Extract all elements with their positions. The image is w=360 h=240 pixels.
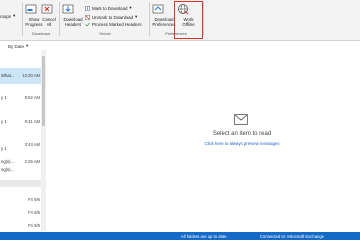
cancel-all-icon (41, 3, 57, 15)
status-bar: All folders are up to date. Connected to… (0, 232, 360, 240)
reading-pane-message: Select an item to read (212, 131, 272, 137)
download-preferences-icon (152, 3, 176, 15)
mark-to-download-label: Mark to Download (92, 5, 128, 11)
list-item[interactable]: What... 10:30 AM (0, 68, 46, 84)
list-item[interactable]: ng(s)... (0, 167, 46, 175)
list-group-header[interactable] (0, 180, 41, 187)
list-item[interactable]: y 1 9:31 AM (0, 119, 46, 129)
list-item-time: Fri 9/6 (28, 210, 40, 215)
list-item-snippet: y 1 (1, 95, 7, 100)
download-headers-button[interactable]: Download Headers (62, 3, 84, 27)
groups-label: roups (0, 13, 11, 19)
list-item-time: 9:31 AM (24, 119, 40, 124)
groups-dropdown[interactable]: roups ▾ (0, 13, 15, 19)
list-item-time: Fri 9/6 (28, 197, 40, 202)
list-item-time: 9:52 AM (24, 95, 40, 100)
cancel-all-label: Cancel All (42, 17, 56, 27)
show-progress-label: Show Progress (25, 17, 43, 27)
sort-control[interactable]: By Date ▾ (8, 42, 52, 50)
download-preferences-label: Download Preferences (152, 17, 176, 27)
status-right: Connected to: Microsoft Exchange (260, 234, 325, 239)
list-item-time: 10:30 AM (22, 73, 40, 78)
chevron-down-icon: ▾ (12, 13, 16, 18)
list-item-snippet: y 1 (1, 119, 7, 124)
list-item[interactable]: y 1 (0, 146, 46, 152)
list-item-snippet: y 1 (1, 146, 7, 151)
mark-download-icon (85, 5, 90, 11)
download-group-label: Download (32, 31, 50, 36)
process-headers-icon (85, 22, 90, 27)
list-item-snippet: What... (1, 73, 15, 78)
list-item[interactable]: Fri 9/6 (0, 197, 46, 207)
unmark-to-download-button[interactable]: Unmark to Download ▾ (85, 14, 137, 20)
list-item-time: Fri 9/6 (28, 223, 40, 228)
unmark-download-icon (85, 14, 90, 20)
chevron-down-icon: ▾ (129, 5, 132, 10)
list-item-time: 2:26 AM (24, 159, 40, 164)
status-left: All folders are up to date. (181, 234, 228, 239)
mail-list-scrollbar[interactable] (41, 50, 46, 231)
list-item[interactable]: Fri 9/6 (0, 223, 46, 231)
process-marked-headers-button[interactable]: Process Marked Headers (85, 22, 142, 27)
download-headers-icon (62, 3, 84, 15)
ribbon-separator (149, 2, 150, 36)
download-preferences-button[interactable]: Download Preferences (152, 3, 176, 27)
envelope-icon (234, 112, 248, 130)
mark-to-download-button[interactable]: Mark to Download ▾ (85, 5, 132, 11)
work-offline-highlight (174, 1, 203, 39)
ribbon-separator (59, 2, 60, 36)
server-group-label: Server (99, 31, 111, 36)
chevron-down-icon: ▾ (26, 43, 29, 48)
unmark-to-download-label: Unmark to Download (92, 14, 133, 20)
list-item[interactable]: y 1 9:52 AM (0, 95, 46, 105)
always-preview-link[interactable]: Click here to always preview messages (190, 141, 294, 146)
list-item-snippet: ng(s)... (1, 159, 15, 164)
sort-label: By Date (8, 43, 25, 49)
chevron-down-icon: ▾ (135, 14, 138, 19)
scrollbar-thumb[interactable] (42, 56, 45, 126)
download-headers-label: Download Headers (63, 17, 83, 27)
ribbon-separator (22, 2, 23, 36)
list-item[interactable]: Fri 9/6 (0, 210, 46, 220)
cancel-all-button[interactable]: Cancel All (41, 3, 57, 27)
ribbon-separator (203, 2, 204, 36)
process-marked-headers-label: Process Marked Headers (92, 22, 142, 27)
list-item-snippet: ng(s)... (1, 167, 15, 172)
